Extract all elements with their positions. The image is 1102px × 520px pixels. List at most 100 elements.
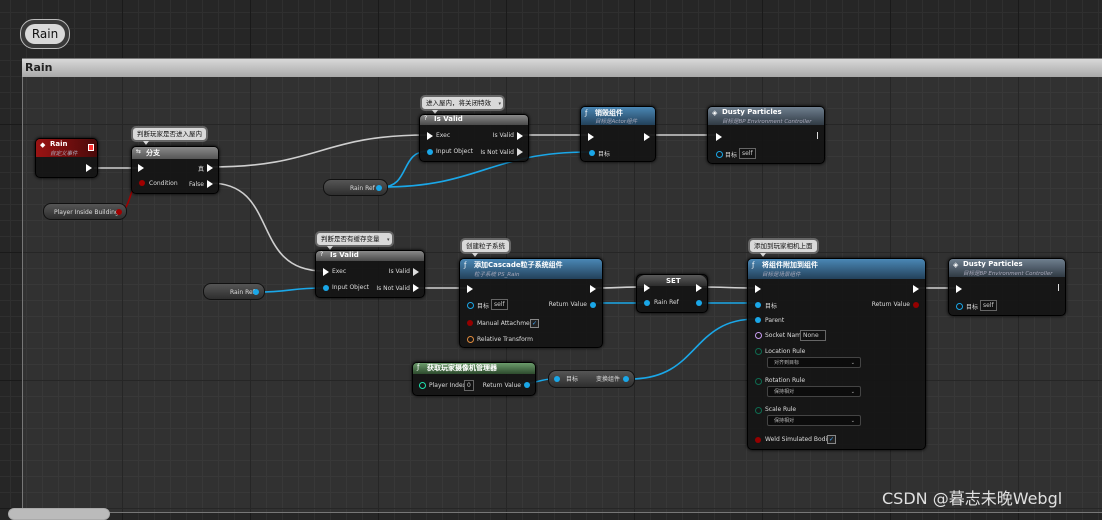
rain-ref-out-pin[interactable] xyxy=(696,300,702,306)
player-index-pin[interactable] xyxy=(419,382,426,389)
target-pin[interactable] xyxy=(467,302,474,309)
target-label: 目标 xyxy=(966,304,979,311)
location-rule-pin[interactable] xyxy=(755,348,762,355)
exec-out-pin[interactable] xyxy=(1052,284,1059,291)
condition-pin[interactable] xyxy=(139,180,145,186)
input-object-pin[interactable] xyxy=(427,149,433,155)
exec-true-pin[interactable] xyxy=(207,164,213,172)
exec-in-pin[interactable] xyxy=(467,285,473,293)
delegate-pin[interactable] xyxy=(88,144,94,151)
node-set-rain-ref[interactable]: SET Rain Ref xyxy=(636,274,708,313)
node-title: 将组件附加到组件 xyxy=(762,261,818,269)
exec-in-pin[interactable] xyxy=(644,284,650,292)
object-out-pin[interactable] xyxy=(376,185,382,191)
var-label: Rain Ref xyxy=(230,289,255,296)
weld-checkbox[interactable]: ✓ xyxy=(827,435,836,444)
socket-name-field[interactable]: None xyxy=(800,330,826,341)
object-out-pin[interactable] xyxy=(253,289,259,295)
comment-bubble-text: 添加到玩家相机上面 xyxy=(754,242,813,250)
exec-out-pin[interactable] xyxy=(644,133,650,141)
comment-bubble-text: 判断是否有缓存变量 xyxy=(321,235,380,243)
return-value-pin[interactable] xyxy=(623,376,629,382)
is-valid-pin[interactable] xyxy=(517,132,523,140)
false-label: False xyxy=(188,181,204,188)
exec-in-pin[interactable] xyxy=(427,132,433,140)
rain-ref-in-pin[interactable] xyxy=(644,300,650,306)
var-rain-ref-1[interactable]: Rain Ref xyxy=(323,179,388,196)
is-not-valid-pin[interactable] xyxy=(413,284,419,292)
target-self-field[interactable]: self xyxy=(739,148,756,159)
node-subtitle: 目标是BP Environment Controller xyxy=(963,271,1053,277)
is-valid-pin[interactable] xyxy=(413,268,419,276)
target-self-field[interactable]: self xyxy=(980,300,997,311)
exec-out-pin[interactable] xyxy=(86,164,92,172)
exec-in-pin[interactable] xyxy=(588,133,594,141)
node-dusty-particles-2[interactable]: ◈ Dusty Particles 目标是BP Environment Cont… xyxy=(948,258,1066,316)
comment-bubble-attach[interactable]: 添加到玩家相机上面 xyxy=(748,238,819,257)
input-object-pin[interactable] xyxy=(323,285,329,291)
location-rule-dropdown[interactable]: 对齐到目标 ⌄ xyxy=(767,357,861,368)
is-not-valid-pin[interactable] xyxy=(517,148,523,156)
comment-bubble-text: 进入屋内，将关闭特效 xyxy=(426,99,491,107)
manual-attachment-pin[interactable] xyxy=(467,320,473,326)
is-valid-label: Is Valid xyxy=(388,268,410,275)
exec-in-pin[interactable] xyxy=(138,164,144,172)
exec-out-pin[interactable] xyxy=(590,285,596,293)
comment-bubble-isvalid1[interactable]: 进入屋内，将关闭特效 ▾ xyxy=(420,95,505,114)
var-rain-ref-2[interactable]: Rain Ref xyxy=(203,283,265,300)
node-get-transform-component[interactable]: 目标 变换组件 xyxy=(548,370,635,388)
location-rule-label: Location Rule xyxy=(765,348,806,355)
return-value-pin[interactable] xyxy=(913,302,919,308)
scale-rule-pin[interactable] xyxy=(755,407,762,414)
question-icon: ? xyxy=(424,115,428,122)
comment-bubble-text: 创建粒子系统 xyxy=(466,242,505,250)
pin-icon[interactable]: ▾ xyxy=(387,234,390,246)
node-get-player-camera-manager[interactable]: ƒ 获取玩家摄像机管理器 Player Index 0 Return Value xyxy=(412,362,536,396)
return-value-pin[interactable] xyxy=(524,382,530,388)
comment-bubble-spawn[interactable]: 创建粒子系统 xyxy=(460,238,511,257)
exec-in-pin[interactable] xyxy=(956,285,962,293)
exec-in-pin[interactable] xyxy=(716,133,722,141)
rotation-rule-pin[interactable] xyxy=(755,378,762,385)
var-player-inside-building[interactable]: Player Inside Building xyxy=(43,203,127,220)
player-index-label: Player Index xyxy=(429,382,467,389)
exec-in-pin[interactable] xyxy=(323,268,329,276)
target-label: 目标 xyxy=(598,151,611,158)
target-pin[interactable] xyxy=(716,151,723,158)
bool-out-pin[interactable] xyxy=(116,209,122,215)
var-label: Player Inside Building xyxy=(54,209,119,216)
relative-transform-pin[interactable] xyxy=(467,336,474,343)
node-attach-component[interactable]: ƒ 将组件附加到组件 目标是场景组件 目标 Return Value Paren… xyxy=(747,258,926,450)
scale-rule-dropdown[interactable]: 保持相对 ⌄ xyxy=(767,415,861,426)
node-dusty-particles-1[interactable]: ◈ Dusty Particles 目标是BP Environment Cont… xyxy=(707,106,825,164)
exec-label: Exec xyxy=(332,268,347,275)
comment-bubble-isvalid2[interactable]: 判断是否有缓存变量 ▾ xyxy=(315,231,394,250)
pin-icon[interactable]: ▾ xyxy=(498,98,501,110)
target-pin[interactable] xyxy=(755,302,761,308)
target-self-field[interactable]: self xyxy=(491,299,508,310)
parent-pin[interactable] xyxy=(755,317,761,323)
node-is-valid-2[interactable]: ? Is Valid Exec Is Valid Input Object Is… xyxy=(315,250,425,298)
manual-attachment-checkbox[interactable]: ✓ xyxy=(530,319,539,328)
node-is-valid-1[interactable]: ? Is Valid Exec Is Valid Input Object Is… xyxy=(419,114,529,162)
node-rain-event[interactable]: ◆ Rain 自定义事件 xyxy=(35,138,98,178)
player-index-field[interactable]: 0 xyxy=(464,380,474,391)
scale-rule-label: Scale Rule xyxy=(765,406,797,413)
rotation-rule-dropdown[interactable]: 保持相对 ⌄ xyxy=(767,386,861,397)
node-add-particle-system[interactable]: ƒ 添加Cascade粒子系统组件 粒子系统 PS_Rain 目标 self R… xyxy=(459,258,603,348)
manual-attachment-label: Manual Attachment xyxy=(477,320,536,327)
target-pin[interactable] xyxy=(589,150,595,156)
exec-out-pin[interactable] xyxy=(696,284,702,292)
node-branch[interactable]: ⇆ 分支 真 Condition False xyxy=(131,146,219,194)
weld-pin[interactable] xyxy=(755,437,761,443)
exec-out-pin[interactable] xyxy=(811,132,818,139)
comment-bubble-branch[interactable]: 判断玩家是否进入屋内 xyxy=(131,126,208,145)
node-destroy-component[interactable]: ƒ 销毁组件 目标是Actor组件 目标 xyxy=(580,106,656,162)
exec-out-pin[interactable] xyxy=(913,285,919,293)
return-value-pin[interactable] xyxy=(590,302,596,308)
target-pin[interactable] xyxy=(554,376,560,382)
exec-false-pin[interactable] xyxy=(207,180,213,188)
socket-name-pin[interactable] xyxy=(755,332,762,339)
exec-in-pin[interactable] xyxy=(755,285,761,293)
target-pin[interactable] xyxy=(956,303,963,310)
